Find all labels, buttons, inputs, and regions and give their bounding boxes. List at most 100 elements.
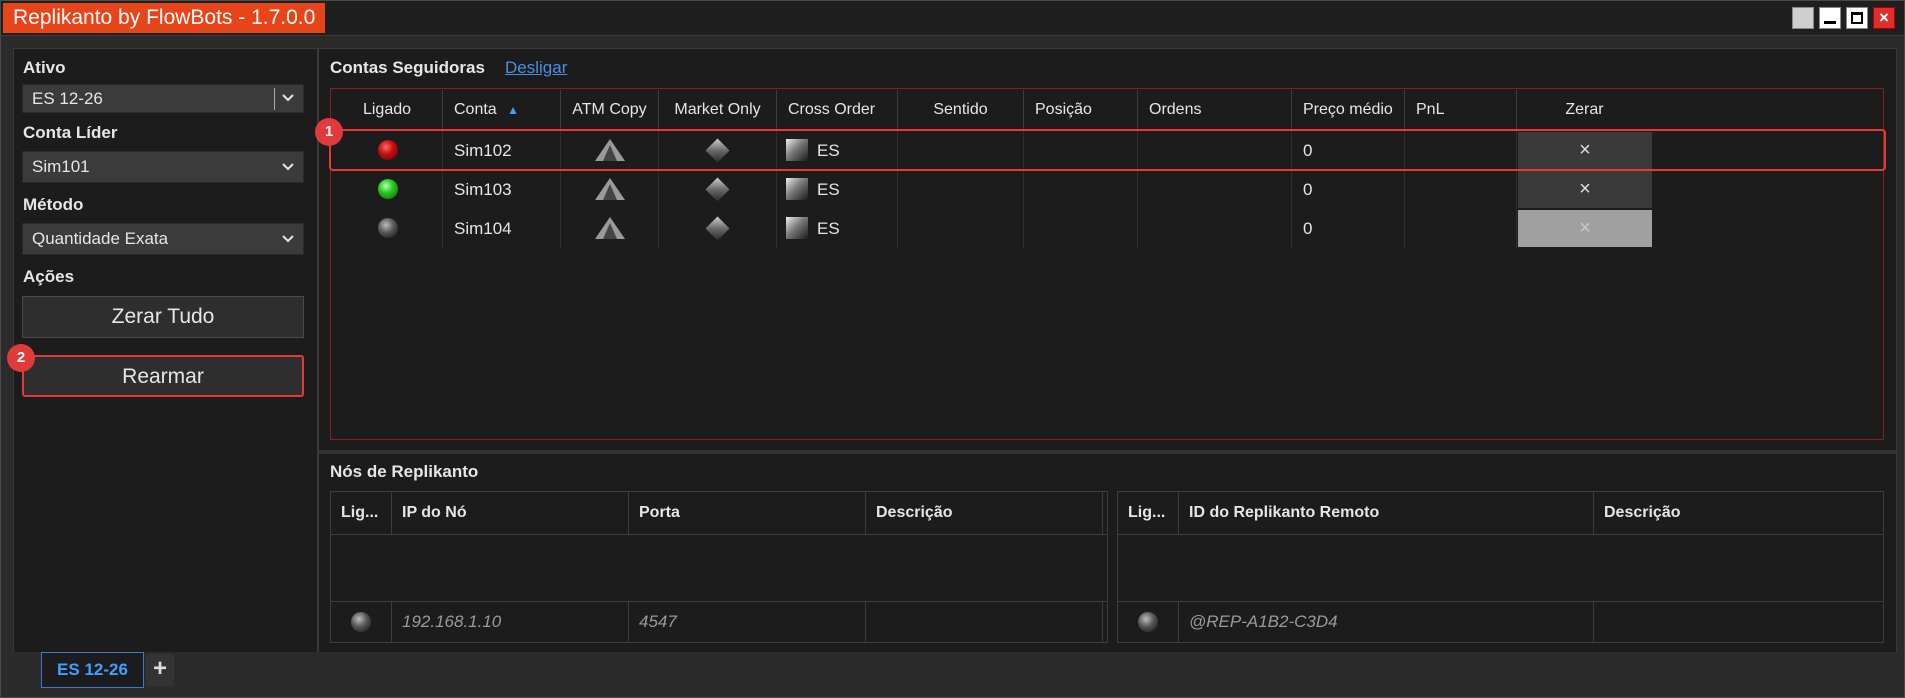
preco-medio-cell: 0 — [1292, 209, 1405, 248]
remote-status-cell — [1118, 602, 1179, 642]
col-ip-do-no[interactable]: IP do Nó — [392, 492, 629, 534]
metodo-value: Quantidade Exata — [32, 229, 169, 248]
col-ligado[interactable]: Ligado — [332, 90, 443, 130]
conta-cell: Sim104 — [443, 209, 561, 248]
status-led-icon[interactable] — [1138, 612, 1158, 632]
header-divider — [331, 534, 1107, 535]
callout-badge-1: 1 — [315, 118, 343, 146]
selected-row-highlight — [329, 129, 1886, 171]
atm-cell — [561, 209, 659, 248]
add-tab-button[interactable]: + — [146, 654, 174, 686]
cross-value: ES — [817, 219, 840, 238]
chevron-down-icon[interactable] — [279, 152, 297, 182]
table-row[interactable]: Sim104 ES 0 × — [332, 209, 1882, 248]
tab-es-12-26[interactable]: ES 12-26 — [41, 652, 144, 688]
combo-separator — [274, 88, 275, 110]
triangle-icon[interactable] — [595, 178, 625, 200]
market-cell — [659, 170, 777, 209]
col-porta[interactable]: Porta — [629, 492, 866, 534]
ativo-value: ES 12-26 — [32, 89, 103, 108]
col-zerar[interactable]: Zerar — [1517, 90, 1652, 130]
col-sentido[interactable]: Sentido — [898, 90, 1024, 130]
ordens-cell — [1138, 170, 1292, 209]
zerar-row-button[interactable]: × — [1518, 210, 1652, 247]
triangle-icon[interactable] — [595, 217, 625, 239]
panel-splitter[interactable] — [319, 450, 1896, 454]
remote-nodes-table: Lig... ID do Replikanto Remoto Descrição… — [1117, 491, 1884, 643]
col-lig[interactable]: Lig... — [1118, 492, 1179, 534]
col-conta-label: Conta — [454, 101, 497, 118]
ativo-combobox[interactable]: ES 12-26 — [22, 84, 304, 113]
left-panel: Ativo ES 12-26 Conta Líder Sim101 Método… — [13, 48, 318, 653]
col-market-only[interactable]: Market Only — [659, 90, 777, 130]
status-led-icon[interactable] — [378, 218, 398, 238]
desligar-link[interactable]: Desligar — [505, 58, 567, 78]
atm-cell — [561, 170, 659, 209]
zerar-row-button[interactable]: × — [1518, 171, 1652, 208]
acoes-label: Ações — [23, 267, 75, 286]
node-description-cell[interactable] — [866, 602, 1103, 642]
sort-ascending-icon: ▲ — [507, 103, 520, 117]
close-window-button[interactable]: × — [1873, 7, 1895, 29]
remote-id-cell[interactable]: @REP-A1B2-C3D4 — [1179, 602, 1594, 642]
square-icon[interactable] — [786, 217, 808, 239]
ordens-cell — [1138, 209, 1292, 248]
title-bar: Replikanto by FlowBots - 1.7.0.0 × — [1, 1, 1904, 36]
local-nodes-table: Lig... IP do Nó Porta Descrição 192.168.… — [330, 491, 1108, 643]
app-window: Replikanto by FlowBots - 1.7.0.0 × Ativo… — [0, 0, 1905, 698]
square-icon[interactable] — [786, 178, 808, 200]
col-id-replikanto-remoto[interactable]: ID do Replikanto Remoto — [1179, 492, 1594, 534]
col-ordens[interactable]: Ordens — [1138, 90, 1292, 130]
conta-lider-combobox[interactable]: Sim101 — [22, 151, 304, 183]
node-status-cell — [331, 602, 392, 642]
node-ip-cell[interactable]: 192.168.1.10 — [392, 602, 629, 642]
cross-cell: ES — [777, 209, 898, 248]
diamond-icon[interactable] — [705, 216, 730, 241]
conta-lider-label: Conta Líder — [23, 123, 118, 142]
right-panel: Contas Seguidoras Desligar Ligado Conta … — [318, 48, 1897, 653]
chevron-down-icon[interactable] — [279, 85, 297, 112]
table-row[interactable]: Sim103 ES 0 × — [332, 170, 1882, 209]
col-conta[interactable]: Conta ▲ — [443, 90, 561, 130]
ligado-cell — [332, 170, 443, 209]
window-extra-button[interactable] — [1792, 7, 1814, 29]
chevron-down-icon[interactable] — [279, 224, 297, 254]
minimize-button[interactable] — [1819, 7, 1841, 29]
tab-bar — [1, 652, 1904, 697]
pnl-cell — [1405, 170, 1517, 209]
col-descricao[interactable]: Descrição — [1594, 492, 1883, 534]
metodo-label: Método — [23, 195, 84, 214]
posicao-cell — [1024, 170, 1138, 209]
callout-badge-2: 2 — [7, 344, 35, 372]
cross-value: ES — [817, 180, 840, 199]
node-port-cell[interactable]: 4547 — [629, 602, 866, 642]
market-cell — [659, 209, 777, 248]
ligado-cell — [332, 209, 443, 248]
col-preco-medio[interactable]: Preço médio — [1292, 90, 1405, 130]
metodo-combobox[interactable]: Quantidade Exata — [22, 223, 304, 255]
header-divider — [1118, 534, 1883, 535]
maximize-button[interactable] — [1846, 7, 1868, 29]
col-cross-order[interactable]: Cross Order — [777, 90, 898, 130]
contas-seguidoras-title: Contas Seguidoras — [330, 58, 485, 77]
col-lig[interactable]: Lig... — [331, 492, 392, 534]
pnl-cell — [1405, 209, 1517, 248]
ativo-label: Ativo — [23, 58, 66, 77]
rearmar-button[interactable]: Rearmar — [22, 355, 304, 397]
status-led-icon[interactable] — [351, 612, 371, 632]
window-title: Replikanto by FlowBots - 1.7.0.0 — [3, 3, 326, 33]
diamond-icon[interactable] — [705, 177, 730, 202]
cross-cell: ES — [777, 170, 898, 209]
followers-grid-header: Ligado Conta ▲ ATM Copy Market Only Cros… — [332, 90, 1882, 130]
zerar-tudo-button[interactable]: Zerar Tudo — [22, 296, 304, 338]
preco-medio-cell: 0 — [1292, 170, 1405, 209]
remote-description-cell[interactable] — [1594, 602, 1883, 642]
col-descricao[interactable]: Descrição — [866, 492, 1103, 534]
sentido-cell — [898, 170, 1024, 209]
col-atm-copy[interactable]: ATM Copy — [561, 90, 659, 130]
col-pnl[interactable]: PnL — [1405, 90, 1517, 130]
status-led-icon[interactable] — [378, 179, 398, 199]
col-posicao[interactable]: Posição — [1024, 90, 1138, 130]
nos-replikanto-title: Nós de Replikanto — [330, 462, 479, 481]
sentido-cell — [898, 209, 1024, 248]
